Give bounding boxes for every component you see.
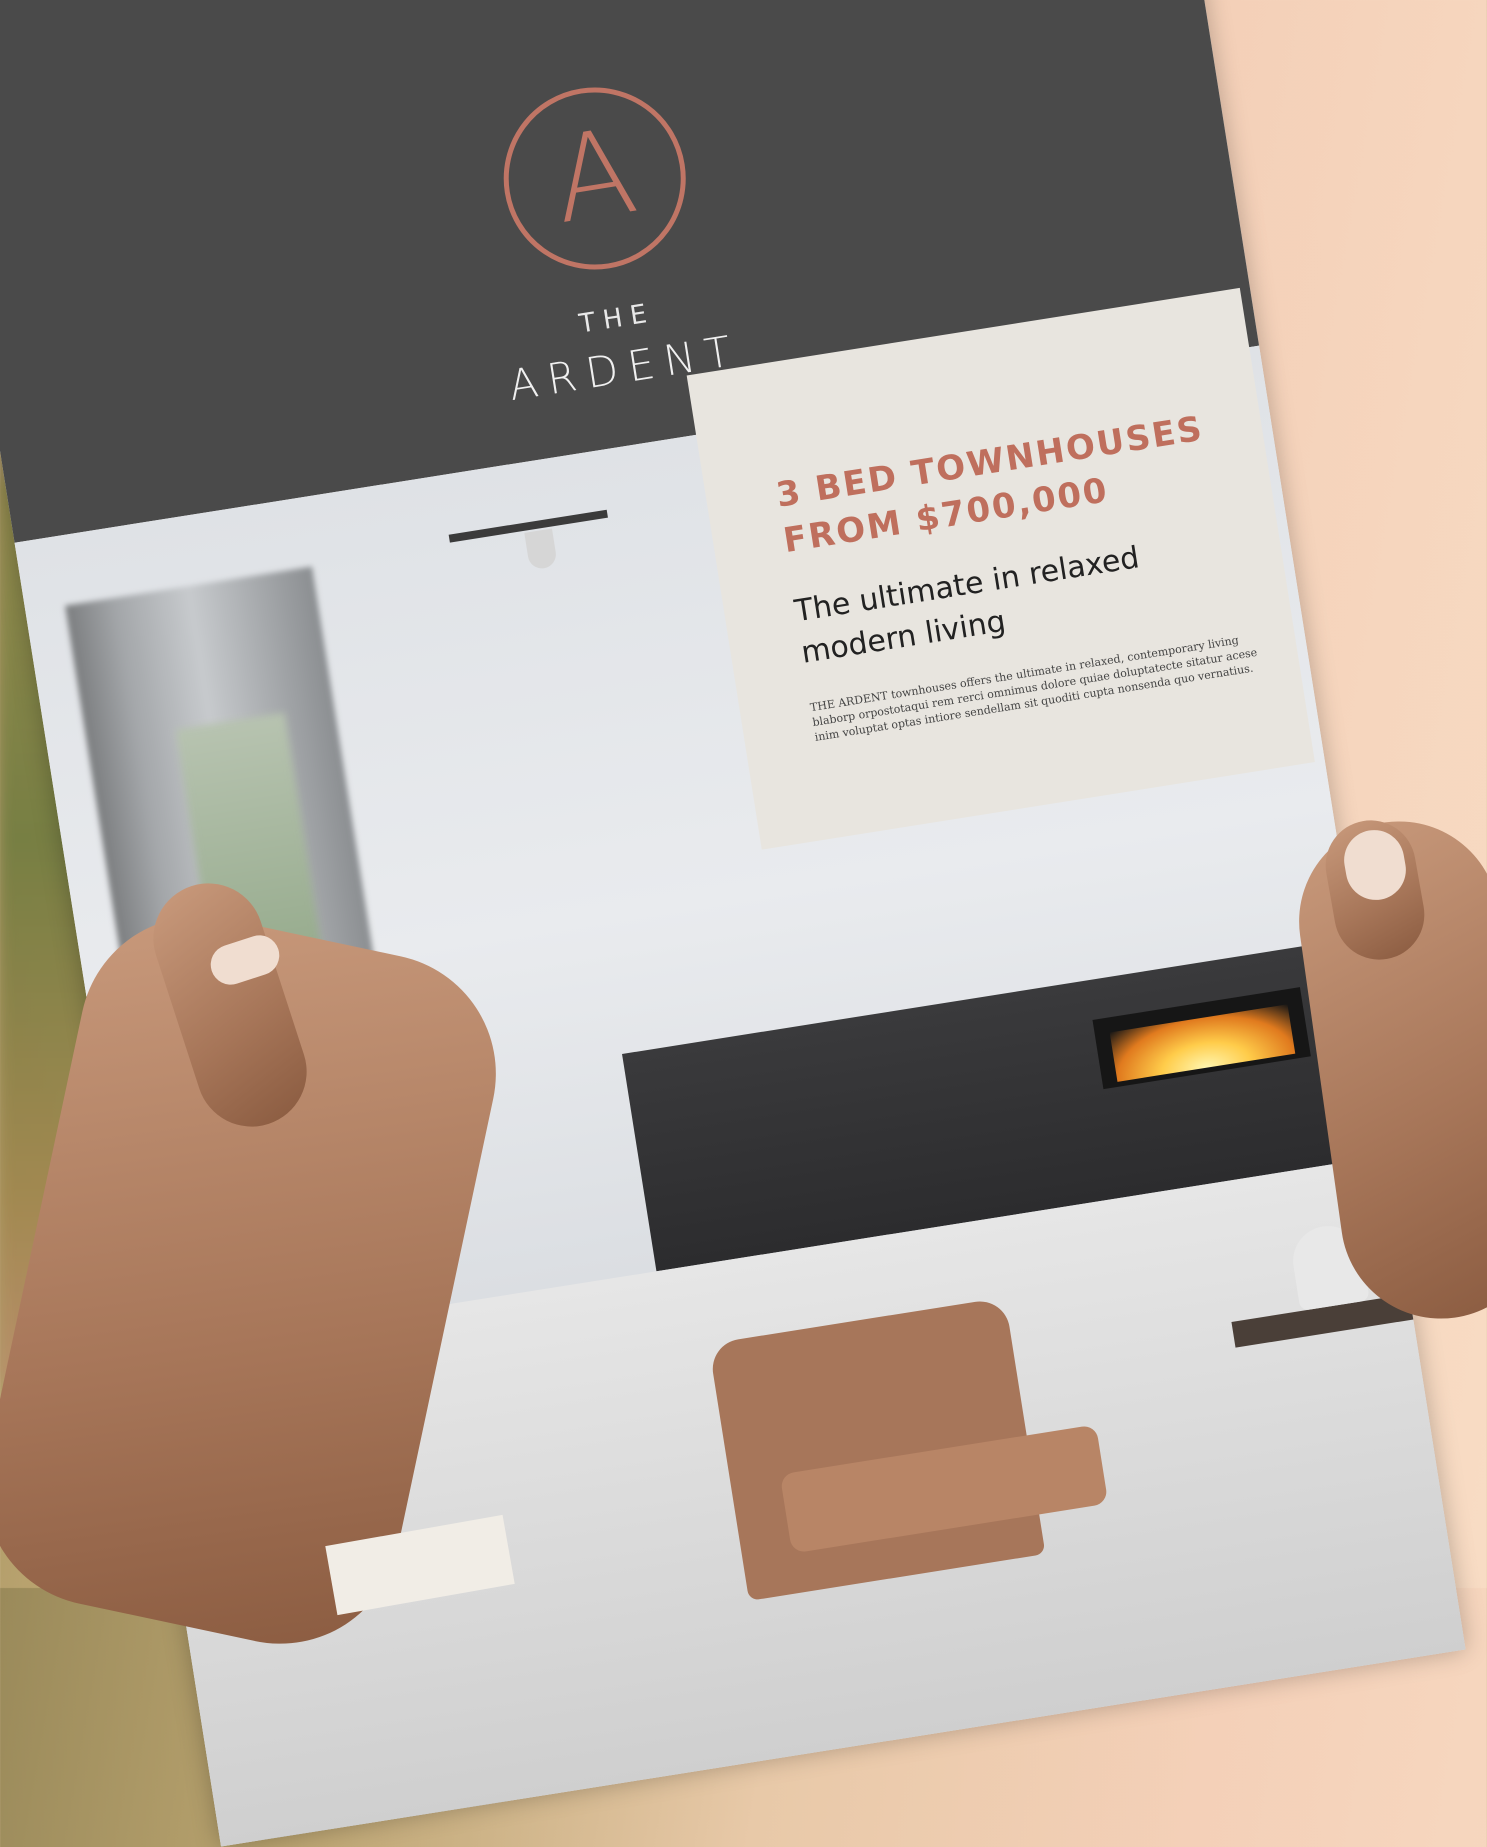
logo-letter: A: [543, 101, 645, 251]
photo-scene: A THE ARDENT 3 BED TOWNHOUSES FROM $700,…: [0, 0, 1487, 1847]
info-card: 3 BED TOWNHOUSES FROM $700,000 The ultim…: [686, 287, 1315, 850]
spotlight-icon: [524, 528, 558, 571]
logo-circle-icon: A: [490, 74, 699, 283]
